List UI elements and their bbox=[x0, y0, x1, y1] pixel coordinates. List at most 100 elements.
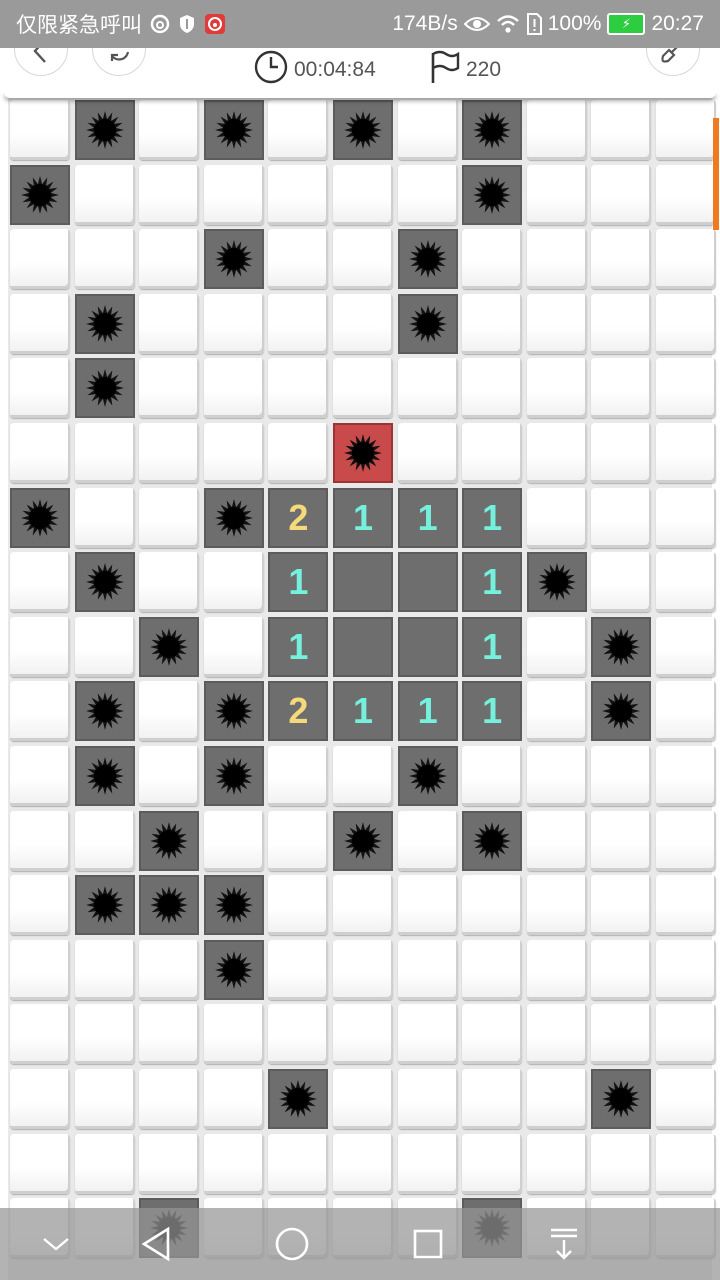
exploded-mine-cell[interactable] bbox=[333, 423, 393, 483]
covered-cell[interactable] bbox=[333, 746, 393, 806]
mine-cell[interactable] bbox=[203, 681, 264, 742]
covered-cell[interactable] bbox=[10, 746, 70, 806]
covered-cell[interactable] bbox=[10, 1133, 70, 1194]
covered-cell[interactable] bbox=[139, 293, 200, 354]
covered-cell[interactable] bbox=[656, 164, 716, 225]
number-cell[interactable]: 1 bbox=[462, 552, 523, 613]
mine-cell[interactable] bbox=[462, 164, 523, 225]
nav-recents-button[interactable] bbox=[408, 1226, 448, 1266]
mine-cell[interactable] bbox=[591, 681, 652, 742]
covered-cell[interactable] bbox=[462, 358, 523, 419]
covered-cell[interactable] bbox=[10, 552, 70, 613]
number-cell[interactable]: 2 bbox=[268, 681, 329, 742]
covered-cell[interactable] bbox=[74, 939, 135, 1000]
empty-cell[interactable] bbox=[333, 616, 393, 677]
covered-cell[interactable] bbox=[397, 423, 458, 483]
covered-cell[interactable] bbox=[333, 229, 393, 290]
covered-cell[interactable] bbox=[526, 875, 587, 936]
covered-cell[interactable] bbox=[333, 164, 393, 225]
covered-cell[interactable] bbox=[333, 875, 393, 936]
covered-cell[interactable] bbox=[526, 487, 587, 548]
covered-cell[interactable] bbox=[526, 423, 587, 483]
covered-cell[interactable] bbox=[203, 1133, 264, 1194]
covered-cell[interactable] bbox=[526, 358, 587, 419]
covered-cell[interactable] bbox=[139, 229, 200, 290]
covered-cell[interactable] bbox=[591, 487, 652, 548]
covered-cell[interactable] bbox=[591, 746, 652, 806]
nav-back-button[interactable] bbox=[136, 1226, 176, 1266]
mine-cell[interactable] bbox=[74, 746, 135, 806]
mine-cell[interactable] bbox=[526, 552, 587, 613]
covered-cell[interactable] bbox=[10, 100, 70, 160]
number-cell[interactable]: 1 bbox=[397, 487, 458, 548]
covered-cell[interactable] bbox=[203, 164, 264, 225]
covered-cell[interactable] bbox=[591, 875, 652, 936]
covered-cell[interactable] bbox=[397, 358, 458, 419]
covered-cell[interactable] bbox=[526, 229, 587, 290]
covered-cell[interactable] bbox=[397, 875, 458, 936]
covered-cell[interactable] bbox=[139, 939, 200, 1000]
covered-cell[interactable] bbox=[591, 164, 652, 225]
covered-cell[interactable] bbox=[203, 616, 264, 677]
covered-cell[interactable] bbox=[591, 552, 652, 613]
mine-cell[interactable] bbox=[333, 100, 393, 160]
covered-cell[interactable] bbox=[268, 1133, 329, 1194]
covered-cell[interactable] bbox=[656, 746, 716, 806]
covered-cell[interactable] bbox=[656, 616, 716, 677]
covered-cell[interactable] bbox=[656, 229, 716, 290]
covered-cell[interactable] bbox=[74, 487, 135, 548]
covered-cell[interactable] bbox=[268, 939, 329, 1000]
covered-cell[interactable] bbox=[397, 1069, 458, 1129]
covered-cell[interactable] bbox=[591, 1004, 652, 1065]
covered-cell[interactable] bbox=[462, 746, 523, 806]
covered-cell[interactable] bbox=[656, 358, 716, 419]
covered-cell[interactable] bbox=[74, 229, 135, 290]
covered-cell[interactable] bbox=[526, 939, 587, 1000]
covered-cell[interactable] bbox=[397, 1004, 458, 1065]
covered-cell[interactable] bbox=[397, 100, 458, 160]
covered-cell[interactable] bbox=[139, 100, 200, 160]
covered-cell[interactable] bbox=[333, 1069, 393, 1129]
covered-cell[interactable] bbox=[333, 293, 393, 354]
covered-cell[interactable] bbox=[139, 423, 200, 483]
covered-cell[interactable] bbox=[139, 487, 200, 548]
covered-cell[interactable] bbox=[10, 810, 70, 871]
mine-cell[interactable] bbox=[591, 616, 652, 677]
covered-cell[interactable] bbox=[526, 1133, 587, 1194]
mine-cell[interactable] bbox=[462, 100, 523, 160]
covered-cell[interactable] bbox=[656, 487, 716, 548]
covered-cell[interactable] bbox=[462, 293, 523, 354]
covered-cell[interactable] bbox=[591, 293, 652, 354]
covered-cell[interactable] bbox=[591, 1133, 652, 1194]
covered-cell[interactable] bbox=[526, 746, 587, 806]
empty-cell[interactable] bbox=[333, 552, 393, 613]
covered-cell[interactable] bbox=[526, 1004, 587, 1065]
mine-cell[interactable] bbox=[203, 229, 264, 290]
mine-cell[interactable] bbox=[74, 552, 135, 613]
number-cell[interactable]: 1 bbox=[333, 681, 393, 742]
number-cell[interactable]: 1 bbox=[462, 487, 523, 548]
covered-cell[interactable] bbox=[591, 100, 652, 160]
covered-cell[interactable] bbox=[74, 1069, 135, 1129]
empty-cell[interactable] bbox=[397, 616, 458, 677]
covered-cell[interactable] bbox=[10, 875, 70, 936]
scroll-indicator[interactable] bbox=[713, 118, 719, 230]
covered-cell[interactable] bbox=[203, 423, 264, 483]
covered-cell[interactable] bbox=[203, 810, 264, 871]
covered-cell[interactable] bbox=[526, 810, 587, 871]
mine-cell[interactable] bbox=[268, 1069, 329, 1129]
covered-cell[interactable] bbox=[591, 229, 652, 290]
covered-cell[interactable] bbox=[462, 1004, 523, 1065]
number-cell[interactable]: 1 bbox=[333, 487, 393, 548]
covered-cell[interactable] bbox=[591, 423, 652, 483]
covered-cell[interactable] bbox=[333, 358, 393, 419]
mine-cell[interactable] bbox=[203, 100, 264, 160]
covered-cell[interactable] bbox=[139, 681, 200, 742]
mine-cell[interactable] bbox=[10, 487, 70, 548]
mine-cell[interactable] bbox=[139, 616, 200, 677]
covered-cell[interactable] bbox=[656, 681, 716, 742]
covered-cell[interactable] bbox=[526, 1069, 587, 1129]
mine-cell[interactable] bbox=[591, 1069, 652, 1129]
covered-cell[interactable] bbox=[462, 939, 523, 1000]
covered-cell[interactable] bbox=[656, 293, 716, 354]
